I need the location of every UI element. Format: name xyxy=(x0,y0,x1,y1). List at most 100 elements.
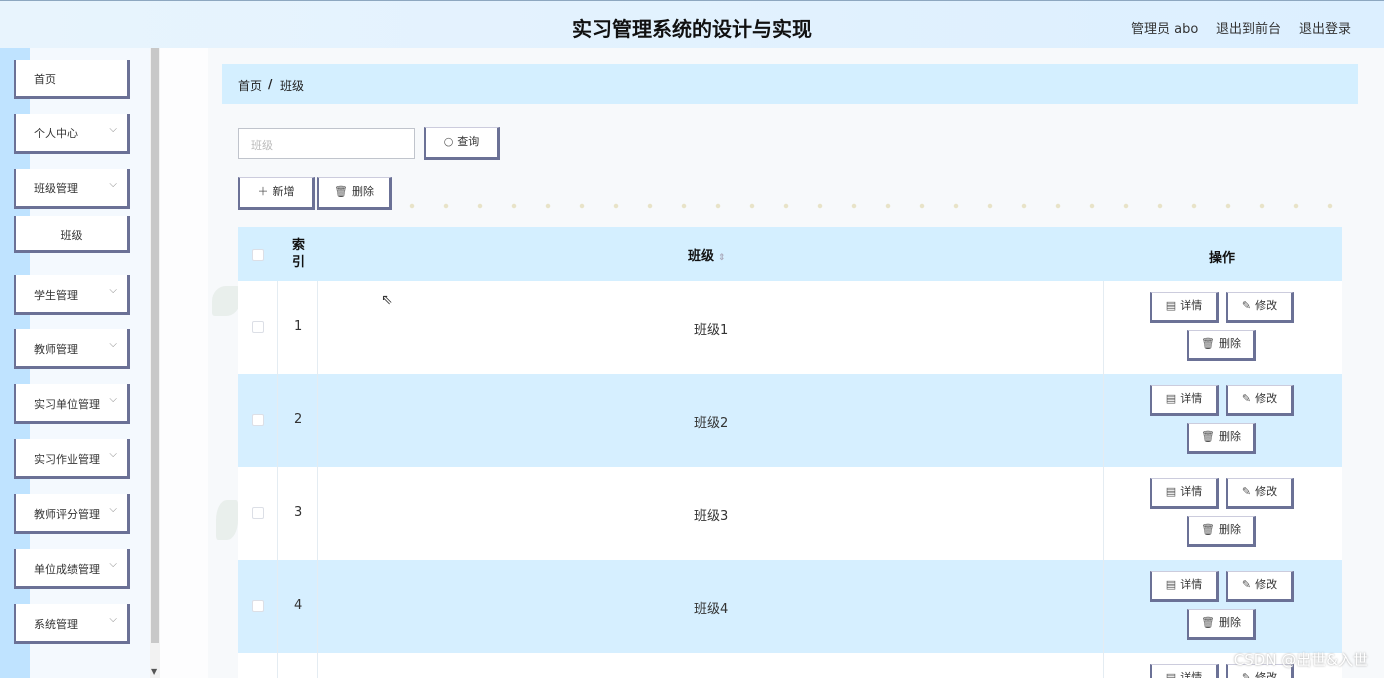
chevron-down-icon: ⌵ xyxy=(109,179,117,190)
delete-button-label: 删除 xyxy=(1218,430,1241,443)
edit-icon: ✎ xyxy=(1241,485,1252,498)
row-check-cell xyxy=(238,281,278,374)
search-placeholder: 班级 xyxy=(251,139,273,152)
chevron-down-icon: ⌵ xyxy=(109,339,117,350)
index-column-header: 索 引 xyxy=(292,238,306,270)
sidebar-scrollbar[interactable]: ▼ xyxy=(150,48,160,678)
detail-button-label: 详情 xyxy=(1180,485,1203,498)
table-row: 3 班级3 ▤ 详情 ✎ 修改 🗑 删除 xyxy=(238,467,1342,560)
bulk-delete-button-label: 删除 xyxy=(351,185,374,198)
chevron-down-icon: ⌵ xyxy=(109,559,117,570)
sort-icon[interactable]: ⇕ xyxy=(718,253,726,263)
add-button-label: 新增 xyxy=(272,185,295,198)
breadcrumb-home[interactable]: 首页 xyxy=(238,77,262,94)
row-checkbox[interactable] xyxy=(252,414,264,426)
class-search-input[interactable]: 班级 xyxy=(238,128,415,159)
row-name-cell: 班级4 xyxy=(318,560,1104,653)
sidebar-item-profile[interactable]: 个人中心 ⌵ xyxy=(14,114,130,154)
app-header: 实习管理系统的设计与实现 管理员 abo 退出到前台 退出登录 xyxy=(0,0,1384,49)
sidebar-item-company-mgmt[interactable]: 实习单位管理 ⌵ xyxy=(14,384,130,424)
delete-button-label: 删除 xyxy=(1218,616,1241,629)
sidebar-item-label: 教师管理 xyxy=(34,343,78,356)
table-header: 索 引 班级 ⇕ 操作 xyxy=(238,227,1342,281)
decorative-leaf xyxy=(212,286,240,316)
edit-icon: ✎ xyxy=(1241,671,1252,678)
sidebar-item-label: 班级 xyxy=(60,229,83,242)
delete-button[interactable]: 🗑 删除 xyxy=(1187,330,1256,361)
scroll-down-icon[interactable]: ▼ xyxy=(151,667,157,676)
scrollbar-thumb[interactable] xyxy=(151,48,159,643)
mouse-cursor-icon: ⇖ xyxy=(381,292,393,308)
name-column-header[interactable]: 班级 ⇕ xyxy=(688,245,726,264)
sidebar-subitem-class[interactable]: 班级 xyxy=(14,216,130,253)
plus-icon: ＋ xyxy=(257,185,269,198)
sidebar-item-label: 个人中心 xyxy=(34,127,78,140)
delete-button[interactable]: 🗑 删除 xyxy=(1187,423,1256,454)
back-to-front-link[interactable]: 退出到前台 xyxy=(1216,18,1281,37)
edit-button-label: 修改 xyxy=(1255,485,1278,498)
search-icon: ○ xyxy=(443,135,454,148)
sidebar-item-class-mgmt[interactable]: 班级管理 ⌵ xyxy=(14,169,130,209)
document-icon: ▤ xyxy=(1165,392,1177,405)
row-ops-cell: ▤ 详情 ✎ 修改 🗑 删除 xyxy=(1104,467,1342,560)
edit-button[interactable]: ✎ 修改 xyxy=(1226,478,1294,509)
delete-button[interactable]: 🗑 删除 xyxy=(1187,516,1256,547)
chevron-down-icon: ⌵ xyxy=(109,449,117,460)
sidebar-item-student-mgmt[interactable]: 学生管理 ⌵ xyxy=(14,275,130,315)
chevron-down-icon: ⌵ xyxy=(109,614,117,625)
row-ops-cell: ▤ 详情 ✎ 修改 🗑 删除 xyxy=(1104,374,1342,467)
row-checkbox[interactable] xyxy=(252,507,264,519)
sidebar-item-teacher-mgmt[interactable]: 教师管理 ⌵ xyxy=(14,329,130,369)
select-all-checkbox[interactable] xyxy=(252,249,264,261)
sidebar-item-label: 学生管理 xyxy=(34,289,78,302)
content-gutter xyxy=(160,48,208,678)
table-row: 2 班级2 ▤ 详情 ✎ 修改 🗑 删除 xyxy=(238,374,1342,467)
table-row: 4 班级4 ▤ 详情 ✎ 修改 🗑 删除 xyxy=(238,560,1342,653)
document-icon: ▤ xyxy=(1165,299,1177,312)
detail-button[interactable]: ▤ 详情 xyxy=(1150,664,1219,678)
sidebar-item-company-score-mgmt[interactable]: 单位成绩管理 ⌵ xyxy=(14,549,130,589)
detail-button[interactable]: ▤ 详情 xyxy=(1150,571,1219,602)
row-check-cell xyxy=(238,467,278,560)
detail-button[interactable]: ▤ 详情 xyxy=(1150,478,1219,509)
breadcrumb-current: 班级 xyxy=(280,79,305,93)
chevron-down-icon: ⌵ xyxy=(109,394,117,405)
row-index: 4 xyxy=(294,598,303,613)
row-index: 2 xyxy=(294,412,303,427)
edit-button-label: 修改 xyxy=(1255,392,1278,405)
edit-button[interactable]: ✎ 修改 xyxy=(1226,571,1294,602)
detail-button-label: 详情 xyxy=(1180,578,1203,591)
row-checkbox[interactable] xyxy=(252,600,264,612)
sidebar-item-home[interactable]: 首页 xyxy=(14,60,130,99)
add-button[interactable]: ＋新增 xyxy=(238,177,315,210)
sidebar-item-label: 系统管理 xyxy=(34,618,78,631)
trash-icon: 🗑 xyxy=(1201,616,1215,629)
edit-button-label: 修改 xyxy=(1255,671,1278,678)
delete-button[interactable]: 🗑 删除 xyxy=(1187,609,1256,640)
detail-button-label: 详情 xyxy=(1180,392,1203,405)
query-button[interactable]: ○ 查询 xyxy=(424,127,500,160)
bulk-delete-button[interactable]: 🗑 删除 xyxy=(317,177,392,210)
edit-button-label: 修改 xyxy=(1255,578,1278,591)
query-button-label: 查询 xyxy=(457,135,480,148)
sidebar-item-label: 实习单位管理 xyxy=(34,398,100,411)
trash-icon: 🗑 xyxy=(1201,337,1215,350)
row-ops-cell: ▤ 详情 ✎ 修改 🗑 删除 xyxy=(1104,281,1342,374)
logout-link[interactable]: 退出登录 xyxy=(1299,18,1351,37)
edit-button[interactable]: ✎ 修改 xyxy=(1226,292,1294,323)
sidebar-item-system-mgmt[interactable]: 系统管理 ⌵ xyxy=(14,604,130,644)
row-checkbox[interactable] xyxy=(252,321,264,333)
delete-button-label: 删除 xyxy=(1218,523,1241,536)
sidebar-item-label: 班级管理 xyxy=(34,182,78,195)
detail-button[interactable]: ▤ 详情 xyxy=(1150,385,1219,416)
row-class-name: 班级3 xyxy=(694,509,729,524)
sidebar-item-homework-mgmt[interactable]: 实习作业管理 ⌵ xyxy=(14,439,130,479)
detail-button[interactable]: ▤ 详情 xyxy=(1150,292,1219,323)
detail-button-label: 详情 xyxy=(1180,299,1203,312)
sidebar-item-teacher-score-mgmt[interactable]: 教师评分管理 ⌵ xyxy=(14,494,130,534)
decorative-leaf xyxy=(216,500,238,540)
row-index-cell: 4 xyxy=(278,560,318,653)
edit-button[interactable]: ✎ 修改 xyxy=(1226,385,1294,416)
row-class-name: 班级1 xyxy=(694,323,729,338)
table-row: 1 班级1 ▤ 详情 ✎ 修改 🗑 删除 xyxy=(238,281,1342,374)
